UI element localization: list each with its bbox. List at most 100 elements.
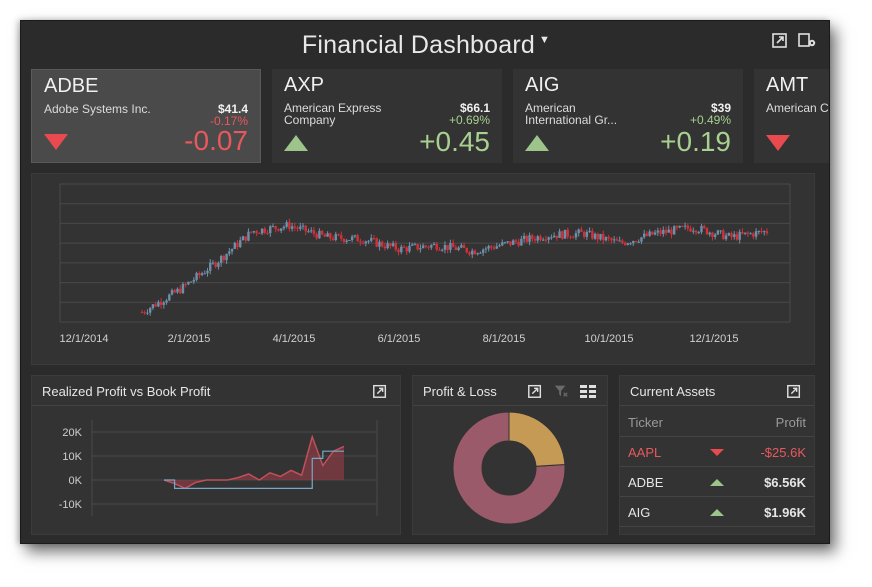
candle-body xyxy=(536,236,539,241)
export-icon[interactable] xyxy=(771,31,789,49)
export-icon[interactable] xyxy=(527,383,545,401)
settings-icon[interactable] xyxy=(797,31,816,49)
candle-body xyxy=(405,247,408,252)
x-tick-label: 10/1/2015 xyxy=(585,333,634,345)
candle-body xyxy=(640,237,643,242)
profit-loss-donut[interactable] xyxy=(413,406,608,535)
candle-body xyxy=(353,235,357,237)
candle-body xyxy=(241,236,245,241)
candle-body xyxy=(574,233,578,238)
candle-body xyxy=(323,234,327,237)
candle-body xyxy=(249,231,253,233)
ticker-card-aig[interactable]: AIG American International Gr... $39 +0.… xyxy=(513,69,743,163)
candle-body xyxy=(577,229,580,234)
candle-body xyxy=(694,230,698,233)
candle-body xyxy=(159,301,163,305)
ticker-card-adbe[interactable]: ADBE Adobe Systems Inc. $41.4 -0.17% -0.… xyxy=(31,69,261,163)
candle-body xyxy=(558,231,561,238)
candle-body xyxy=(632,240,635,244)
candle-body xyxy=(435,243,438,250)
row-profit: $1.96K xyxy=(764,505,806,520)
candle-body xyxy=(522,235,526,239)
candle-body xyxy=(279,228,283,231)
candle-body xyxy=(555,235,559,238)
ticker-card-amt[interactable]: AMT American Corpor... xyxy=(754,69,829,163)
candle-body xyxy=(637,241,640,243)
ticker-symbol: ADBE xyxy=(44,75,99,97)
candle-body xyxy=(217,262,220,267)
down-arrow-icon xyxy=(766,135,790,151)
candle-body xyxy=(219,255,223,263)
candle-body xyxy=(531,235,534,240)
candle-body xyxy=(424,245,428,247)
candle-body xyxy=(760,230,763,233)
x-tick-label: 12/1/2014 xyxy=(60,333,109,345)
realized-profit-chart[interactable]: 20K 10K 0K -10K xyxy=(32,406,401,535)
candle-body xyxy=(389,243,392,246)
candle-body xyxy=(653,232,657,235)
candle-body xyxy=(375,238,378,247)
table-row[interactable]: ADBE $6.56K xyxy=(620,467,814,497)
column-header-ticker[interactable]: Ticker xyxy=(628,415,663,430)
row-profit: $6.56K xyxy=(764,475,806,490)
candle-body xyxy=(697,232,700,234)
row-ticker: ADBE xyxy=(628,475,664,490)
candle-body xyxy=(506,241,509,243)
candle-body xyxy=(427,246,430,248)
candle-body xyxy=(211,262,215,264)
candle-body xyxy=(255,231,258,234)
candle-body xyxy=(359,241,362,243)
dashboard-title[interactable]: Financial Dashboard ▼ xyxy=(21,31,829,60)
candle-body xyxy=(689,228,692,232)
title-dropdown-icon[interactable]: ▼ xyxy=(539,34,550,46)
candle-body xyxy=(692,230,695,232)
candle-body xyxy=(154,304,157,307)
candle-body xyxy=(517,241,520,246)
candle-body xyxy=(566,229,569,237)
table-row[interactable]: AIG $1.96K xyxy=(620,497,814,527)
candle-body xyxy=(487,246,490,249)
candle-body xyxy=(410,244,414,246)
candle-body xyxy=(397,249,400,253)
candle-body xyxy=(642,233,646,238)
candle-body xyxy=(293,226,297,228)
filter-clear-icon[interactable] xyxy=(553,383,571,401)
down-arrow-icon xyxy=(710,449,724,456)
candle-body xyxy=(170,290,174,295)
column-header-profit[interactable]: Profit xyxy=(776,415,806,430)
candle-body xyxy=(528,235,531,242)
candle-body xyxy=(176,288,179,293)
table-row[interactable]: AAPL -$25.6K xyxy=(620,437,814,467)
candle-body xyxy=(348,239,351,241)
candle-body xyxy=(416,243,419,250)
candle-body xyxy=(269,226,272,234)
ticker-symbol: AXP xyxy=(284,74,325,96)
export-icon[interactable] xyxy=(372,383,390,401)
candle-body xyxy=(233,242,236,249)
candle-body xyxy=(746,232,750,234)
ticker-symbol: AIG xyxy=(525,74,560,96)
candle-body xyxy=(678,225,681,228)
realized-profit-title: Realized Profit vs Book Profit xyxy=(42,384,211,399)
candle-body xyxy=(552,235,556,238)
export-icon[interactable] xyxy=(786,383,804,401)
candle-body xyxy=(708,232,711,235)
candle-body xyxy=(754,231,758,237)
candle-body xyxy=(727,233,730,236)
candle-body xyxy=(585,231,589,237)
candle-body xyxy=(542,239,545,241)
candle-body xyxy=(378,241,381,247)
candle-body xyxy=(648,231,651,236)
table-view-icon[interactable] xyxy=(579,383,597,401)
candle-body xyxy=(345,240,348,242)
candle-body xyxy=(498,245,501,247)
candle-body xyxy=(492,247,496,249)
price-change: +0.45 xyxy=(419,126,490,157)
candle-body xyxy=(511,240,515,245)
stock-price-chart[interactable]: 12/1/2014 2/1/2015 4/1/2015 6/1/2015 8/1/201… xyxy=(31,173,815,365)
ticker-symbol: AMT xyxy=(766,74,809,96)
candle-body xyxy=(258,233,261,235)
ticker-card-axp[interactable]: AXP American Express Company $66.1 +0.69… xyxy=(272,69,502,163)
candle-body xyxy=(664,229,668,233)
row-ticker: AAPL xyxy=(628,445,662,460)
